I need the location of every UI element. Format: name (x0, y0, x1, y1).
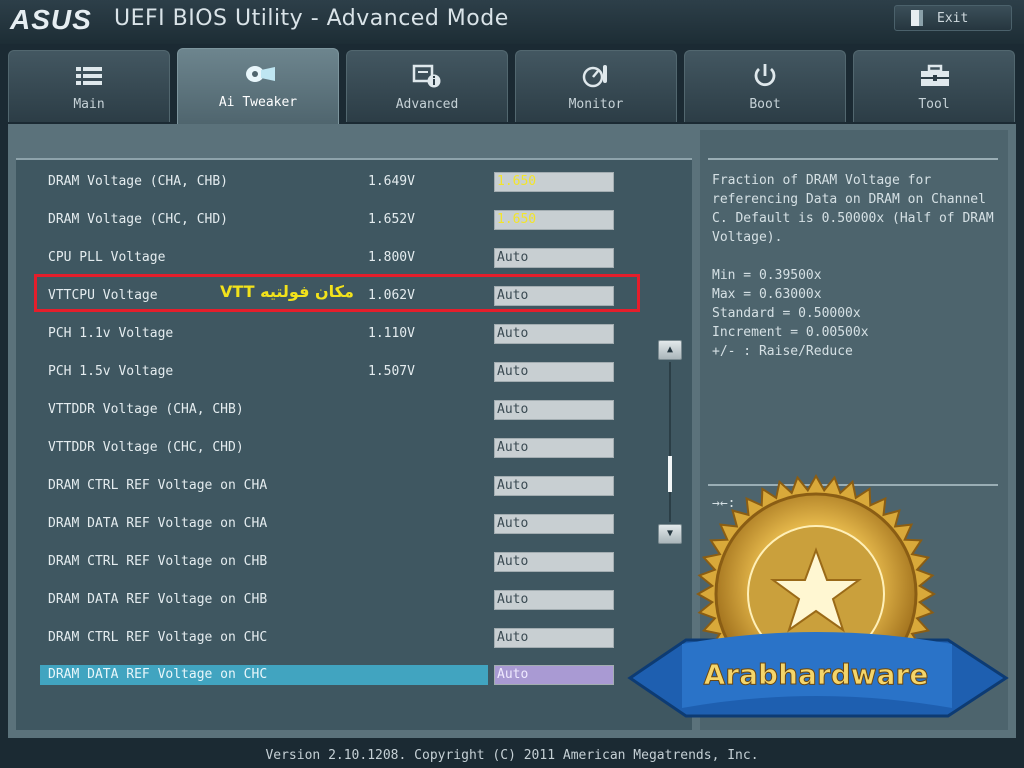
setting-label: DRAM CTRL REF Voltage on CHA (48, 478, 268, 493)
setting-row-cpu-pll-voltage[interactable]: CPU PLL Voltage 1.800V Auto (30, 246, 620, 272)
setting-value-field[interactable]: Auto (494, 438, 614, 458)
tab-label: Boot (749, 97, 781, 112)
help-text-line: Max = 0.63000x (712, 287, 822, 302)
tab-label: Tool (918, 97, 950, 112)
setting-label: DRAM DATA REF Voltage on CHB (48, 592, 268, 607)
tab-label: Advanced (395, 97, 459, 112)
setting-row-dram-data-ref-chb[interactable]: DRAM DATA REF Voltage on CHB Auto (30, 588, 620, 614)
tab-main[interactable]: Main (8, 50, 170, 122)
monitor-gauge-icon (581, 63, 611, 89)
setting-label: PCH 1.5v Voltage (48, 364, 174, 379)
tab-boot[interactable]: Boot (684, 50, 846, 122)
setting-label: DRAM Voltage (CHA, CHB) (48, 174, 229, 189)
settings-info-icon (412, 63, 442, 89)
tab-monitor[interactable]: Monitor (515, 50, 677, 122)
setting-value-field[interactable]: 1.650 (494, 172, 614, 192)
setting-row-dram-voltage-chc-chd[interactable]: DRAM Voltage (CHC, CHD) 1.652V 1.650 (30, 208, 620, 234)
setting-row-pch-1-1v-voltage[interactable]: PCH 1.1v Voltage 1.110V Auto (30, 322, 620, 348)
setting-value-field[interactable]: Auto (494, 324, 614, 344)
tab-ai-tweaker[interactable]: Ai Tweaker (177, 48, 339, 124)
setting-label: VTTDDR Voltage (CHC, CHD) (48, 440, 244, 455)
setting-value-field[interactable]: Auto (494, 590, 614, 610)
setting-current-value: 1.800V (368, 250, 415, 265)
setting-value-field[interactable]: Auto (494, 400, 614, 420)
help-text-line: C. Default is 0.50000x (Half of DRAM (712, 211, 994, 226)
setting-row-dram-data-ref-chc[interactable]: DRAM DATA REF Voltage on CHC Auto (30, 665, 620, 691)
toolbox-icon (919, 63, 949, 89)
help-divider-top (708, 158, 998, 160)
exit-button[interactable]: Exit (894, 5, 1012, 31)
setting-row-dram-ctrl-ref-chc[interactable]: DRAM CTRL REF Voltage on CHC Auto (30, 626, 620, 652)
setting-label: DRAM Voltage (CHC, CHD) (48, 212, 229, 227)
setting-label: DRAM DATA REF Voltage on CHC (48, 667, 268, 682)
setting-current-value: 1.652V (368, 212, 415, 227)
annotation-text: مكان فولتيه VTT (220, 282, 354, 301)
setting-row-vttddr-voltage-cha-chb[interactable]: VTTDDR Voltage (CHA, CHB) Auto (30, 398, 620, 424)
help-text-line: Min = 0.39500x (712, 268, 822, 283)
footer-copyright: Version 2.10.1208. Copyright (C) 2011 Am… (0, 744, 1024, 768)
scroll-up-button[interactable]: ▲ (658, 340, 682, 360)
setting-current-value: 1.507V (368, 364, 415, 379)
setting-current-value: 1.649V (368, 174, 415, 189)
setting-value-field[interactable]: Auto (494, 628, 614, 648)
help-text-line: +/- : Raise/Reduce (712, 344, 853, 359)
tab-label: Main (73, 97, 105, 112)
setting-value-field[interactable]: Auto (494, 362, 614, 382)
tab-label: Ai Tweaker (218, 95, 298, 110)
arabhardware-seal-watermark: Arabhardware (627, 473, 1009, 718)
setting-current-value: 1.110V (368, 326, 415, 341)
app-title: UEFI BIOS Utility - Advanced Mode (114, 6, 509, 31)
power-icon (750, 63, 780, 89)
setting-value-field[interactable]: Auto (494, 552, 614, 572)
setting-label: DRAM CTRL REF Voltage on CHB (48, 554, 268, 569)
list-icon (74, 63, 104, 89)
setting-value-field[interactable]: Auto (494, 248, 614, 268)
setting-value-field[interactable]: Auto (494, 476, 614, 496)
setting-label: CPU PLL Voltage (48, 250, 166, 265)
seal-text: Arabhardware (704, 658, 929, 691)
setting-label: VTTDDR Voltage (CHA, CHB) (48, 402, 244, 417)
door-exit-icon (911, 10, 923, 26)
setting-label: DRAM CTRL REF Voltage on CHC (48, 630, 268, 645)
help-text-line: Standard = 0.50000x (712, 306, 861, 321)
help-text-line: Voltage). (712, 230, 783, 245)
tab-tool[interactable]: Tool (853, 50, 1015, 122)
title-bar: ASUS UEFI BIOS Utility - Advanced Mode E… (0, 0, 1024, 44)
asus-logo: ASUS (10, 4, 92, 35)
setting-row-vttddr-voltage-chc-chd[interactable]: VTTDDR Voltage (CHC, CHD) Auto (30, 436, 620, 462)
setting-value-field[interactable]: 1.650 (494, 210, 614, 230)
help-text-line: referencing Data on DRAM on Channel (712, 192, 986, 207)
tab-advanced[interactable]: Advanced (346, 50, 508, 122)
tab-bar: Main Ai Tweaker Advanced Monitor Boot To… (0, 46, 1024, 124)
setting-value-field[interactable]: Auto (494, 665, 614, 685)
help-text-line: Increment = 0.00500x (712, 325, 869, 340)
exit-label: Exit (937, 10, 969, 26)
tab-label: Monitor (568, 97, 624, 112)
setting-label: DRAM DATA REF Voltage on CHA (48, 516, 268, 531)
setting-row-dram-voltage-cha-chb[interactable]: DRAM Voltage (CHA, CHB) 1.649V 1.650 (30, 170, 620, 196)
rocket-icon (243, 61, 275, 87)
setting-row-dram-ctrl-ref-cha[interactable]: DRAM CTRL REF Voltage on CHA Auto (30, 474, 620, 500)
setting-value-field[interactable]: Auto (494, 514, 614, 534)
setting-label: PCH 1.1v Voltage (48, 326, 174, 341)
help-text-line: Fraction of DRAM Voltage for (712, 173, 932, 188)
setting-row-dram-data-ref-cha[interactable]: DRAM DATA REF Voltage on CHA Auto (30, 512, 620, 538)
setting-row-pch-1-5v-voltage[interactable]: PCH 1.5v Voltage 1.507V Auto (30, 360, 620, 386)
setting-row-dram-ctrl-ref-chb[interactable]: DRAM CTRL REF Voltage on CHB Auto (30, 550, 620, 576)
